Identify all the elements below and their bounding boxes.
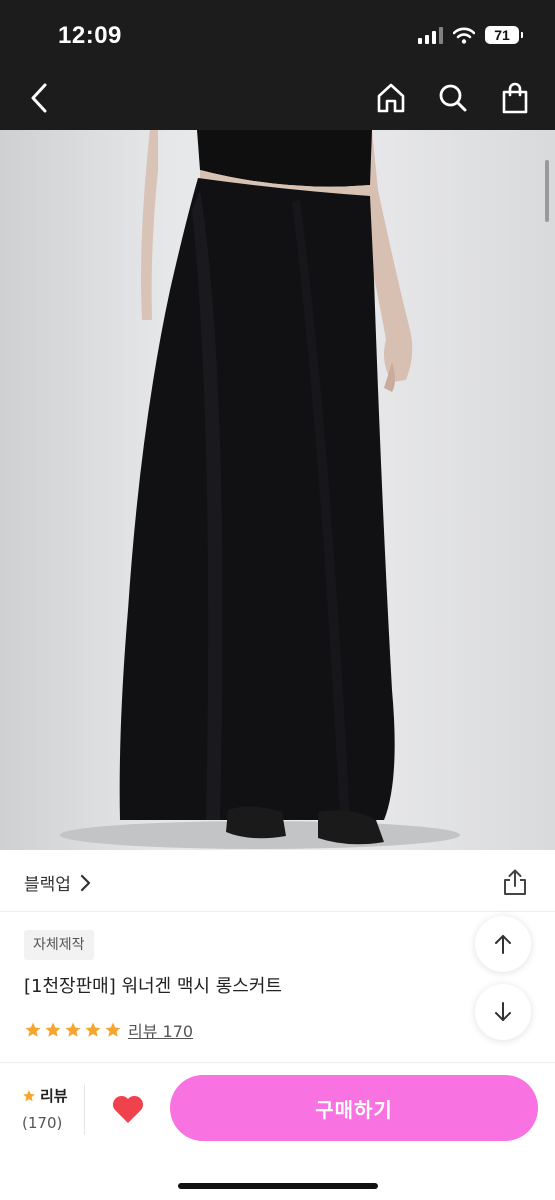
- search-icon: [439, 84, 467, 112]
- brand-row: 블랙업: [0, 850, 555, 912]
- product-rating: 리뷰 170: [24, 1018, 193, 1042]
- header-actions: [375, 80, 531, 116]
- brand-name: 블랙업: [24, 875, 71, 895]
- arrow-down-icon: [495, 1002, 511, 1021]
- status-time: 12:09: [58, 22, 122, 49]
- review-count: (170): [22, 1114, 63, 1132]
- review-summary[interactable]: 리뷰 (170): [22, 1085, 92, 1132]
- product-title: [1천장판매] 워너겐 맥시 롱스커트: [24, 976, 282, 997]
- home-indicator: [178, 1183, 378, 1189]
- bottom-action-bar: 리뷰 (170) 구매하기: [0, 1062, 555, 1200]
- image-scrollbar[interactable]: [545, 160, 549, 222]
- top-bar: 12:09 71: [0, 0, 555, 130]
- wifi-icon: [453, 27, 475, 44]
- signal-icon: [418, 26, 443, 44]
- chevron-right-icon: [80, 874, 91, 891]
- review-summary-label-row: 리뷰: [22, 1085, 92, 1106]
- review-link[interactable]: 리뷰 170: [128, 1018, 193, 1042]
- product-image[interactable]: [0, 130, 555, 850]
- star-icon: [105, 1022, 121, 1037]
- cart-button[interactable]: [499, 80, 531, 116]
- scroll-up-button[interactable]: [475, 916, 531, 972]
- star-icon: [65, 1022, 81, 1037]
- back-icon: [31, 83, 47, 113]
- share-icon: [504, 869, 526, 895]
- buy-button[interactable]: 구매하기: [170, 1075, 538, 1141]
- arrow-up-icon: [495, 935, 511, 954]
- battery-indicator: 71: [485, 26, 523, 44]
- star-icon: [45, 1022, 61, 1037]
- search-button[interactable]: [437, 80, 469, 116]
- star-icon: [23, 1089, 35, 1101]
- share-button[interactable]: [501, 868, 529, 896]
- back-button[interactable]: [24, 80, 54, 116]
- status-icons: 71: [418, 26, 523, 44]
- brand-link[interactable]: 블랙업: [24, 870, 91, 895]
- shopping-bag-icon: [502, 82, 528, 114]
- product-photo-illustration: [60, 130, 460, 849]
- star-icon: [25, 1022, 41, 1037]
- divider: [84, 1085, 85, 1135]
- heart-icon: [112, 1095, 144, 1123]
- home-button[interactable]: [375, 80, 407, 116]
- home-icon: [377, 83, 405, 113]
- scroll-down-button[interactable]: [475, 984, 531, 1040]
- wishlist-button[interactable]: [108, 1089, 148, 1129]
- star-icon: [85, 1022, 101, 1037]
- review-label: 리뷰: [40, 1087, 68, 1105]
- product-badge: 자체제작: [24, 930, 94, 960]
